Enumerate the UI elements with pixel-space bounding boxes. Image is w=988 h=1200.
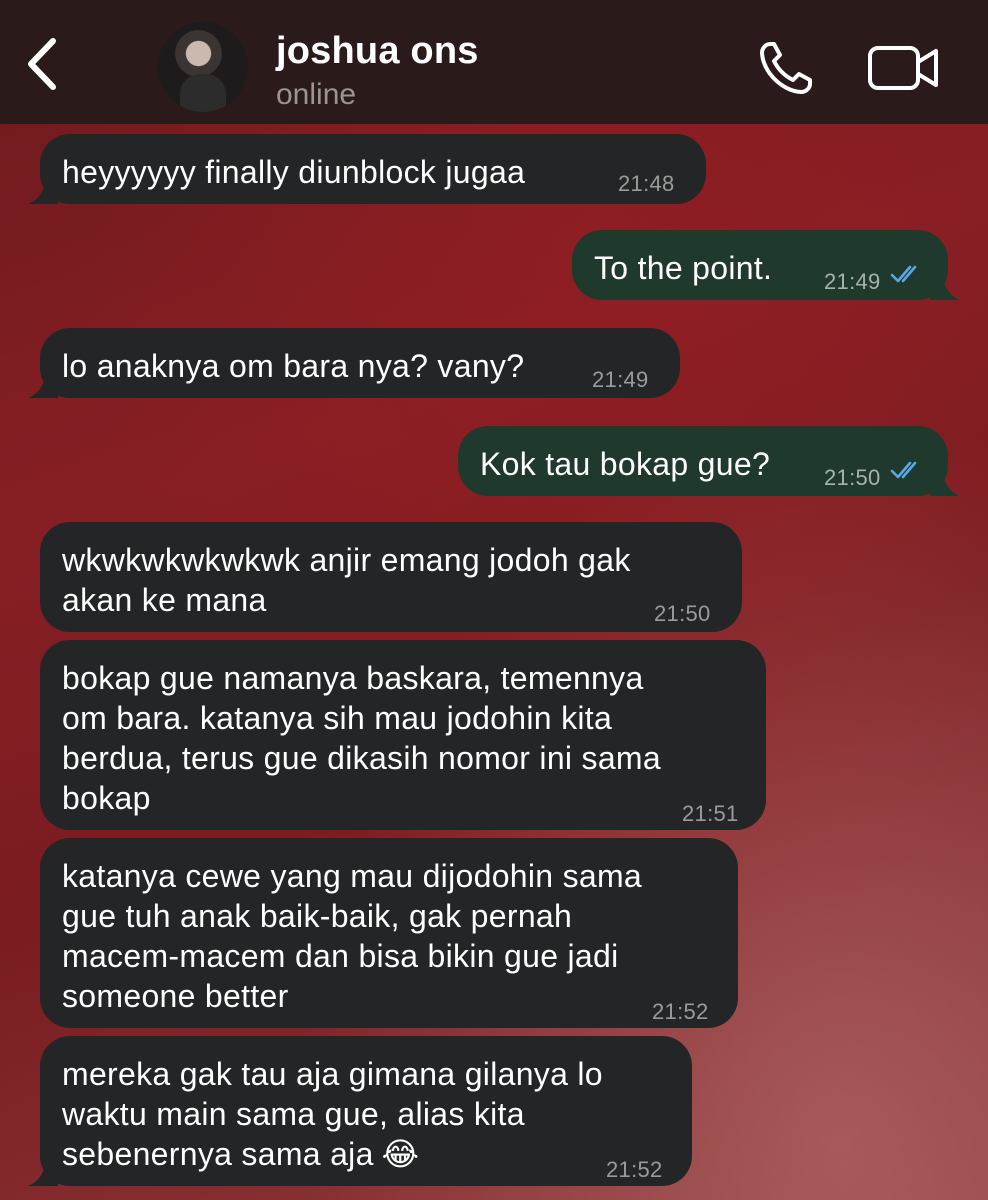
voice-call-button[interactable] xyxy=(756,38,818,98)
phone-icon xyxy=(760,42,812,94)
read-receipt-icon xyxy=(890,265,917,283)
message-time: 21:49 xyxy=(592,367,649,392)
outgoing-message[interactable]: Kok tau bokap gue? 21:50 xyxy=(458,426,960,496)
contact-status: online xyxy=(276,78,357,111)
message-time: 21:49 xyxy=(824,269,881,294)
incoming-message[interactable]: bokap gue namanya baskara, temennya om b… xyxy=(40,640,766,830)
message-text: mereka gak tau aja gimana gilanya lo wak… xyxy=(62,1054,666,1174)
message-text: heyyyyyy finally diunblock jugaa xyxy=(62,154,526,190)
incoming-message[interactable]: lo anaknya om bara nya? vany? 21:49 xyxy=(28,328,680,398)
message-text: lo anaknya om bara nya? vany? xyxy=(62,348,525,384)
bubble-tail xyxy=(930,466,960,496)
back-button[interactable] xyxy=(18,34,66,94)
read-receipt-icon xyxy=(890,461,917,479)
message-time: 21:52 xyxy=(652,999,709,1024)
bubble-tail xyxy=(28,1156,58,1186)
message-time: 21:50 xyxy=(654,601,711,626)
bubble-tail xyxy=(28,174,58,204)
contact-name[interactable]: joshua ons xyxy=(276,30,479,73)
message-text: wkwkwkwkwkwk anjir emang jodoh gak akan … xyxy=(62,542,631,618)
message-text: katanya cewe yang mau dijodohin sama gue… xyxy=(62,858,643,1014)
message-text: bokap gue namanya baskara, temennya om b… xyxy=(62,660,661,816)
bubble-tail xyxy=(28,368,58,398)
message-time: 21:51 xyxy=(682,801,739,826)
avatar[interactable] xyxy=(158,22,248,112)
incoming-message[interactable]: wkwkwkwkwkwk anjir emang jodoh gak akan … xyxy=(40,522,742,632)
incoming-message[interactable]: katanya cewe yang mau dijodohin sama gue… xyxy=(40,838,738,1028)
chevron-left-icon xyxy=(28,38,56,90)
message-time: 21:52 xyxy=(606,1157,663,1182)
chat-header: joshua ons online xyxy=(0,0,988,124)
message-body: mereka gak tau aja gimana gilanya lo wak… xyxy=(62,1056,603,1172)
message-time: 21:48 xyxy=(618,171,675,196)
laughing-emoji: 😂 xyxy=(381,1135,420,1173)
bubble-tail xyxy=(930,270,960,300)
incoming-message[interactable]: mereka gak tau aja gimana gilanya lo wak… xyxy=(28,1036,692,1186)
video-call-button[interactable] xyxy=(866,42,942,94)
incoming-message[interactable]: heyyyyyy finally diunblock jugaa 21:48 xyxy=(28,134,706,204)
video-camera-icon xyxy=(868,46,938,90)
outgoing-message[interactable]: To the point. 21:49 xyxy=(572,230,960,300)
message-time: 21:50 xyxy=(824,465,881,490)
